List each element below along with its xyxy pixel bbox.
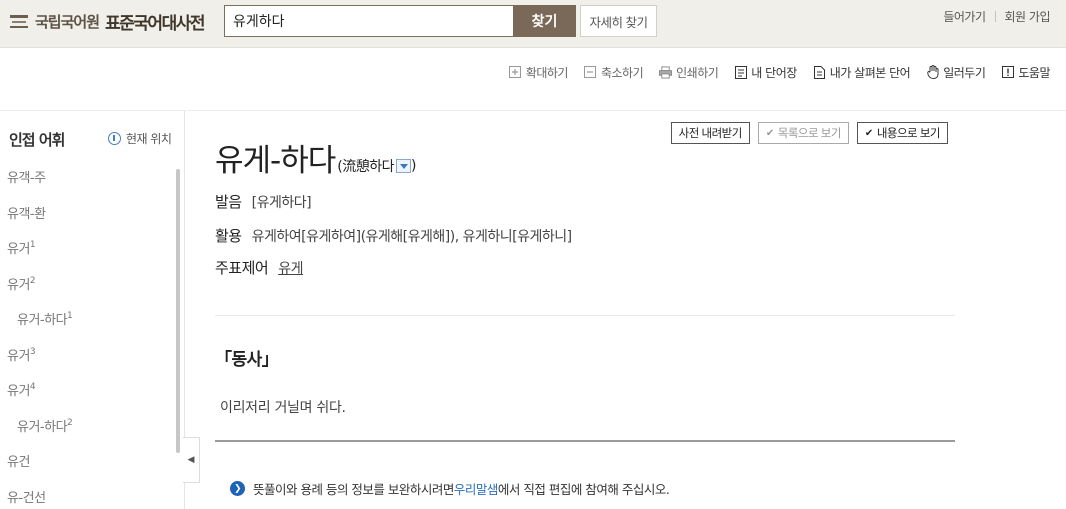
top-header: 국립국어원 표준국어대사전 찾기 자세히 찾기 들어가기 회원 가입 [0,0,1066,48]
check-icon: ✔ [765,127,774,139]
sidebar-scrollbar[interactable] [176,169,180,453]
headword-text: 유게-하다 [215,143,336,179]
document-icon [813,65,826,79]
definition-text: 이리저리 거닐며 쉬다. [220,400,346,416]
print-label: 인쇄하기 [676,65,719,80]
zoom-out-button[interactable]: 축소하기 [584,64,644,81]
logo-org-name: 국립국어원 [35,12,100,31]
search-input[interactable] [224,5,514,37]
list-item[interactable]: 유거-하다1 [0,301,176,337]
pronunciation-label: 발음 [215,193,242,211]
help-button[interactable]: 도움말 [1001,64,1050,81]
conjugation-value: 유게하여[유게하여](유게해[유게해]), 유게하니[유게하니] [251,229,572,245]
zoom-in-icon [509,66,522,79]
definition-divider [215,440,955,442]
viewed-words-button[interactable]: 내가 살펴본 단어 [813,64,911,81]
my-wordbook-button[interactable]: 내 단어장 [734,64,797,81]
list-item[interactable]: 유거1 [0,230,176,266]
exclamation-icon [1001,66,1014,79]
list-item[interactable]: 유거4 [0,372,176,408]
list-item[interactable]: 유객-환 [0,195,176,231]
zoom-out-label: 축소하기 [600,65,644,80]
headword: 유게-하다 (流憩하다 ) [215,135,416,180]
chevron-right-icon: ❯ [230,481,245,496]
view-buttons: 사전 내려받기 ✔ 목록으로 보기 ✔ 내용으로 보기 [663,122,948,144]
logo-icon [8,11,30,31]
list-item[interactable]: 유거-하다2 [0,408,176,444]
list-item[interactable]: 유건 [0,443,176,479]
advanced-search-button[interactable]: 자세히 찾기 [580,5,657,37]
current-location-button[interactable]: 현재 위치 [108,130,172,147]
login-link[interactable]: 들어가기 [943,8,986,25]
pronunciation-value: [유게하다] [251,195,312,211]
urimalsaem-link[interactable]: 우리말샘 [454,479,499,498]
download-dictionary-button[interactable]: 사전 내려받기 [670,122,750,144]
headword-origin: (流憩하다 ) [337,158,416,175]
pronunciation-row: 발음 [유게하다] [215,191,312,212]
list-item[interactable]: 유-건선 [0,479,176,509]
hand-icon [926,65,939,79]
search-button[interactable]: 찾기 [513,5,576,37]
site-logo[interactable]: 국립국어원 표준국어대사전 [8,9,205,34]
entry-content: 사전 내려받기 ✔ 목록으로 보기 ✔ 내용으로 보기 유게-하다 (流憩하다 … [215,111,955,509]
signup-link[interactable]: 회원 가입 [1005,8,1051,25]
info-icon [108,132,121,145]
zoom-in-label: 확대하기 [525,65,569,80]
print-button[interactable]: 인쇄하기 [659,64,719,81]
adjacent-words-sidebar: 인접 어휘 현재 위치 유객-주 유객-환 유거1 유거2 유거-하다1 유거3… [0,111,185,509]
chevron-left-icon: ◀ [187,455,195,465]
list-view-button[interactable]: ✔ 목록으로 보기 [757,122,849,144]
adjacent-word-list: 유객-주 유객-환 유거1 유거2 유거-하다1 유거3 유거4 유거-하다2 … [0,159,176,509]
main-entry-link[interactable]: 유게 [278,258,303,278]
list-item[interactable]: 유거3 [0,337,176,373]
content-toolbar: 확대하기 축소하기 인쇄하기 내 단어장 내가 살펴본 단어 일러두기 도움말 [493,62,1050,82]
viewed-words-label: 내가 살펴본 단어 [829,65,911,80]
zoom-in-button[interactable]: 확대하기 [509,64,568,81]
printer-icon [659,65,673,79]
sidebar-title: 인접 어휘 [9,131,65,149]
content-view-button[interactable]: ✔ 내용으로 보기 [856,122,948,144]
my-wordbook-label: 내 단어장 [751,65,797,80]
main-entry-row: 주표제어 유게 [215,257,303,278]
sidebar-collapse-button[interactable]: ◀ [183,437,200,483]
section-divider [215,315,955,316]
zoom-out-icon [584,66,597,79]
conjugation-label: 활용 [215,227,242,245]
list-item[interactable]: 유객-주 [0,159,176,195]
list-item[interactable]: 유거2 [0,266,176,302]
wordbook-icon [734,65,747,79]
check-icon: ✔ [864,127,873,139]
link-separator [994,11,996,22]
current-location-label: 현재 위치 [126,132,172,146]
part-of-speech: 「동사」 [215,350,279,370]
notes-button[interactable]: 일러두기 [926,64,986,81]
edit-notice: ❯ 뜻풀이와 용례 등의 정보를 보완하시려면 우리말샘 에서 직접 편집에 참… [230,479,670,498]
notes-label: 일러두기 [943,65,986,80]
origin-dropdown-icon[interactable] [396,159,412,173]
main-entry-label: 주표제어 [215,259,269,277]
account-links: 들어가기 회원 가입 [943,8,1050,25]
help-label: 도움말 [1018,65,1050,80]
logo-dict-name: 표준국어대사전 [105,13,205,34]
conjugation-row: 활용 유게하여[유게하여](유게해[유게해]), 유게하니[유게하니] [215,225,572,246]
